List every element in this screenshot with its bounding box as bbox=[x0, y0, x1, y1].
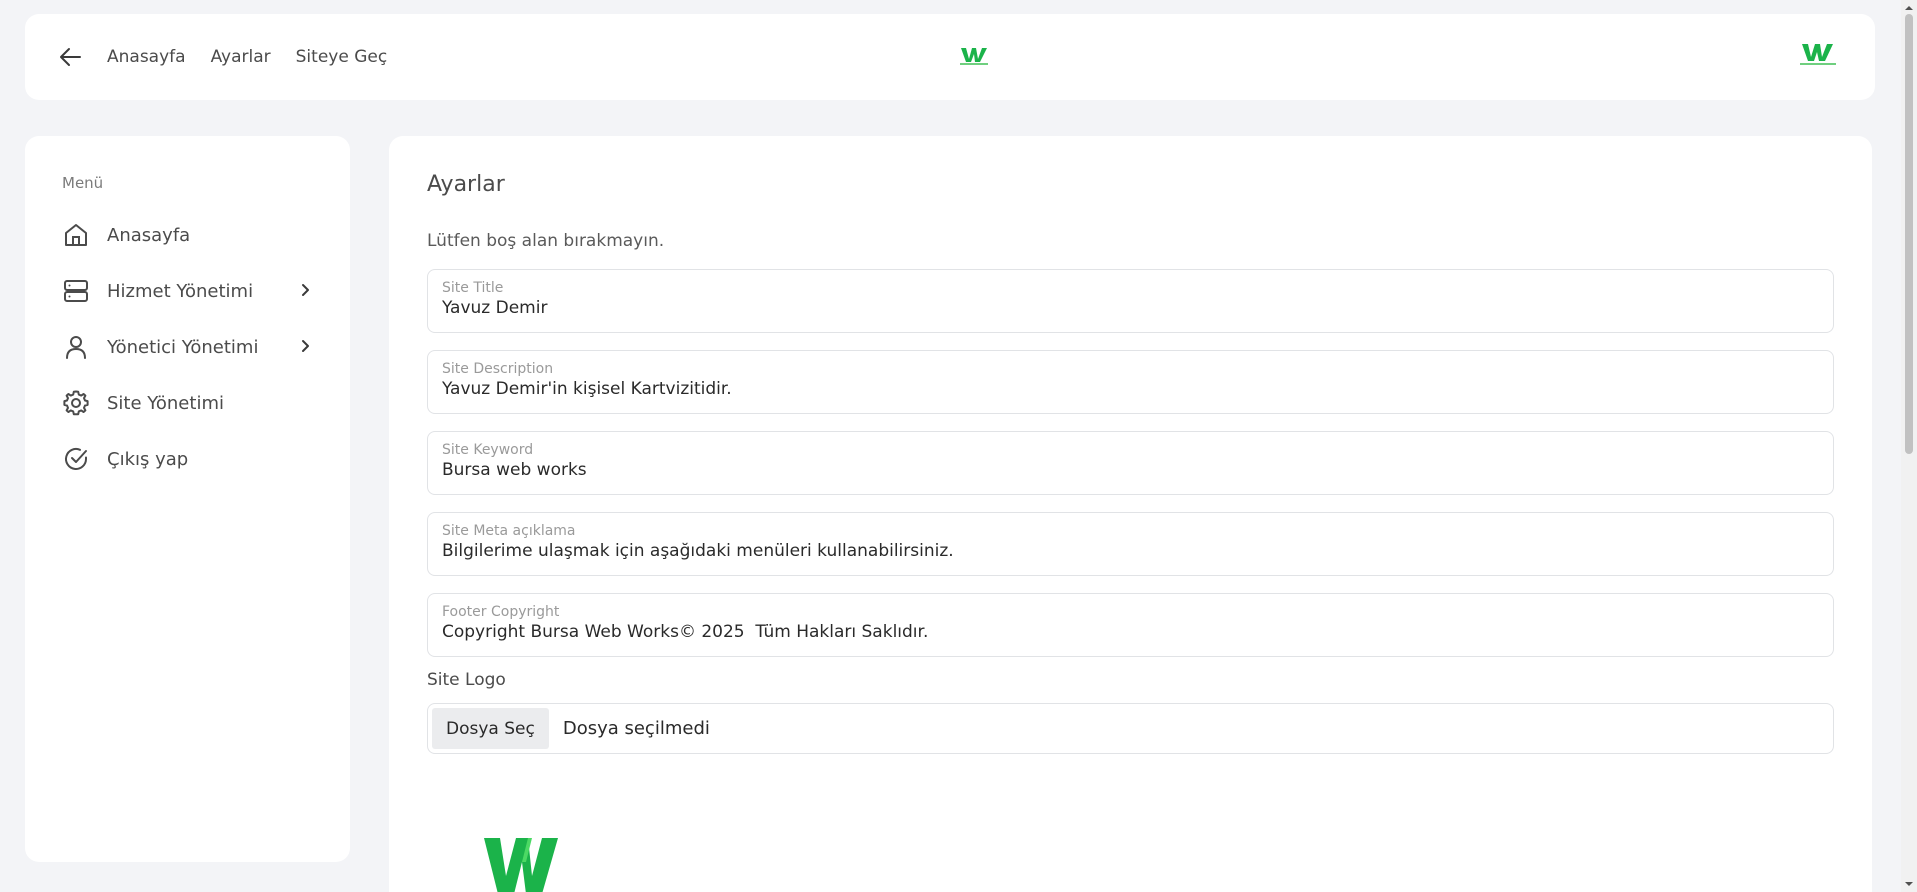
arrow-left-icon bbox=[60, 48, 81, 66]
sidebar-item-label: Yönetici Yönetimi bbox=[107, 336, 259, 358]
page-scrollbar[interactable] bbox=[1901, 0, 1917, 892]
sidebar-item-cikis-yap[interactable]: Çıkış yap bbox=[25, 431, 350, 487]
file-status-text: Dosya seçilmedi bbox=[562, 718, 710, 739]
brand-logo-icon bbox=[484, 838, 558, 892]
choose-file-button[interactable]: Dosya Seç bbox=[432, 708, 549, 749]
site-meta-field: Site Meta açıklama bbox=[427, 512, 1834, 576]
site-keyword-field: Site Keyword bbox=[427, 431, 1834, 495]
sidebar-menu-title: Menü bbox=[62, 174, 104, 192]
field-label: Site Description bbox=[442, 361, 554, 377]
scroll-down-arrow-icon[interactable] bbox=[1904, 879, 1914, 889]
server-icon bbox=[62, 277, 90, 305]
sidebar-item-label: Anasayfa bbox=[107, 224, 191, 246]
scroll-up-arrow-icon[interactable] bbox=[1904, 3, 1914, 13]
site-logo-file-input[interactable]: Dosya Seç Dosya seçilmedi bbox=[427, 703, 1834, 754]
site-meta-input[interactable] bbox=[442, 541, 1819, 561]
gear-icon bbox=[62, 389, 90, 417]
site-title-input[interactable] bbox=[442, 298, 1819, 318]
sidebar-item-yonetici-yonetimi[interactable]: Yönetici Yönetimi bbox=[25, 319, 350, 375]
sidebar-item-label: Site Yönetimi bbox=[107, 392, 224, 414]
field-label: Site Meta açıklama bbox=[442, 523, 576, 539]
site-description-input[interactable] bbox=[442, 379, 1819, 399]
form-hint: Lütfen boş alan bırakmayın. bbox=[427, 231, 665, 251]
brand-logo-icon bbox=[960, 48, 988, 65]
sidebar-item-site-yonetimi[interactable]: Site Yönetimi bbox=[25, 375, 350, 431]
back-button[interactable] bbox=[57, 44, 83, 70]
site-logo-label: Site Logo bbox=[427, 670, 506, 690]
check-circle-icon bbox=[62, 445, 90, 473]
nav-link-anasayfa[interactable]: Anasayfa bbox=[107, 47, 186, 67]
header-logo-right[interactable] bbox=[1799, 44, 1837, 70]
settings-card: Ayarlar Lütfen boş alan bırakmayın. Site… bbox=[389, 136, 1872, 892]
page-title: Ayarlar bbox=[427, 172, 505, 197]
site-title-field: Site Title bbox=[427, 269, 1834, 333]
sidebar-item-anasayfa[interactable]: Anasayfa bbox=[25, 207, 350, 263]
user-icon bbox=[62, 333, 90, 361]
home-icon bbox=[62, 221, 90, 249]
footer-copyright-input[interactable] bbox=[442, 622, 1819, 642]
sidebar: Menü Anasayfa Hizmet Yönetimi Yönetici Y… bbox=[25, 136, 350, 862]
site-description-field: Site Description bbox=[427, 350, 1834, 414]
brand-logo-icon bbox=[1800, 44, 1836, 65]
chevron-right-icon bbox=[302, 340, 309, 352]
nav-link-siteye-gec[interactable]: Siteye Geç bbox=[296, 47, 388, 67]
field-label: Footer Copyright bbox=[442, 604, 560, 620]
header-logo-center[interactable] bbox=[959, 48, 989, 70]
footer-copyright-field: Footer Copyright bbox=[427, 593, 1834, 657]
sidebar-item-label: Çıkış yap bbox=[107, 448, 189, 470]
top-navbar: Anasayfa Ayarlar Siteye Geç bbox=[25, 14, 1875, 100]
site-keyword-input[interactable] bbox=[442, 460, 1819, 480]
sidebar-item-hizmet-yonetimi[interactable]: Hizmet Yönetimi bbox=[25, 263, 350, 319]
chevron-right-icon bbox=[302, 284, 309, 296]
nav-link-ayarlar[interactable]: Ayarlar bbox=[211, 47, 271, 67]
sidebar-item-label: Hizmet Yönetimi bbox=[107, 280, 254, 302]
field-label: Site Keyword bbox=[442, 442, 534, 458]
scrollbar-thumb[interactable] bbox=[1905, 14, 1913, 454]
site-logo-preview bbox=[482, 838, 560, 892]
field-label: Site Title bbox=[442, 280, 504, 296]
